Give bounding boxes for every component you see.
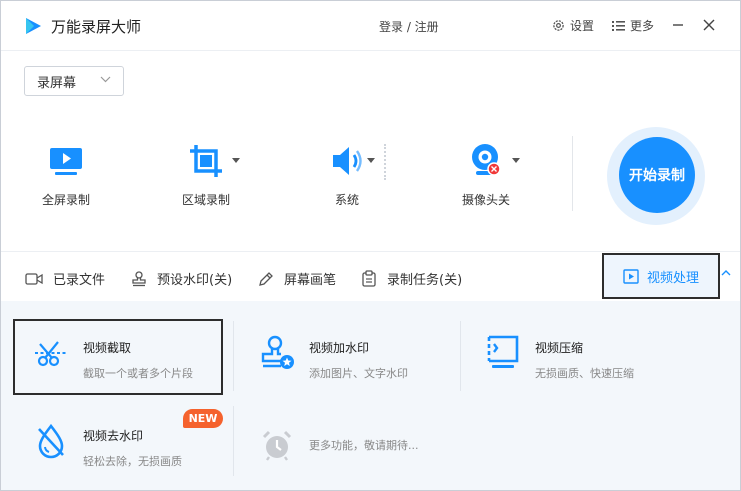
feature-video-compress[interactable]: 视频压缩 无损画质、快速压缩 [485, 335, 634, 381]
settings-button[interactable]: 设置 [552, 17, 594, 34]
feature-add-watermark[interactable]: 视频加水印 添加图片、文字水印 [259, 335, 408, 381]
feature-add-watermark-desc: 添加图片、文字水印 [309, 367, 408, 380]
system-audio-button[interactable]: 系统 [323, 141, 371, 208]
feature-remove-watermark[interactable]: 视频去水印 轻松去除，无损画质 [33, 423, 182, 469]
settings-label: 设置 [570, 19, 595, 33]
panel-divider [233, 406, 234, 476]
selection-highlight [13, 319, 223, 395]
app-title: 万能录屏大师 [51, 18, 142, 36]
region-dropdown-arrow[interactable] [232, 158, 240, 163]
tab-record-tasks-label: 录制任务(关) [387, 273, 463, 288]
title-bar: 万能录屏大师 登录 / 注册 设置 更多 [1, 1, 740, 51]
feature-add-watermark-title: 视频加水印 [309, 341, 370, 355]
audio-dropdown-arrow[interactable] [367, 158, 375, 163]
camera-toggle-button[interactable]: 摄像头关 [459, 141, 513, 208]
tab-video-processing[interactable]: 视频处理 [602, 253, 720, 299]
feature-remove-watermark-desc: 轻松去除，无损画质 [83, 455, 182, 468]
stamp-add-icon [259, 335, 295, 371]
video-camera-icon [25, 272, 43, 285]
tab-video-processing-label: 视频处理 [646, 270, 699, 286]
camera-toggle-label: 摄像头关 [461, 193, 510, 207]
fullscreen-icon [46, 141, 86, 181]
minimize-button[interactable] [669, 16, 687, 34]
crop-icon [186, 141, 226, 181]
stamp-icon [132, 270, 146, 286]
tab-preset-watermark[interactable]: 预设水印(关) [131, 269, 232, 288]
toolbar-divider [572, 136, 573, 211]
no-drop-icon [33, 423, 69, 459]
app-logo-icon [26, 18, 41, 34]
tab-screen-pen-label: 屏幕画笔 [284, 273, 337, 288]
region-record-label: 区域录制 [181, 193, 230, 207]
feature-video-compress-desc: 无损画质、快速压缩 [535, 367, 634, 380]
login-register-link[interactable]: 登录 / 注册 [379, 18, 439, 35]
tab-screen-pen[interactable]: 屏幕画笔 [258, 269, 336, 288]
app-window: 万能录屏大师 登录 / 注册 设置 更多 录屏幕 全屏录制 区域录制 系统 摄像… [0, 0, 741, 491]
audio-level-indicator [384, 144, 386, 180]
feature-coming-soon-desc: 更多功能，敬请期待... [309, 439, 419, 452]
clipboard-icon [362, 270, 376, 287]
fullscreen-record-button[interactable]: 全屏录制 [41, 141, 91, 208]
new-badge: NEW [183, 409, 223, 428]
minimize-icon [673, 24, 683, 26]
webcam-icon [466, 141, 506, 181]
panel-divider [233, 321, 234, 391]
pen-icon [259, 271, 273, 286]
panel-divider [460, 321, 461, 391]
record-mode-value: 录屏幕 [37, 75, 77, 91]
gear-icon [553, 20, 564, 31]
tab-record-tasks[interactable]: 录制任务(关) [361, 269, 462, 288]
video-play-icon [623, 268, 639, 284]
tab-preset-watermark-label: 预设水印(关) [157, 273, 233, 288]
fullscreen-record-label: 全屏录制 [41, 193, 90, 207]
system-audio-label: 系统 [334, 193, 359, 207]
close-button[interactable] [700, 16, 718, 34]
camera-dropdown-arrow[interactable] [512, 158, 520, 163]
more-label: 更多 [630, 19, 655, 33]
feature-remove-watermark-title: 视频去水印 [83, 429, 144, 443]
speaker-icon [327, 141, 367, 181]
feature-coming-soon: 更多功能，敬请期待... [259, 427, 419, 463]
feature-video-compress-title: 视频压缩 [535, 341, 584, 355]
record-mode-select[interactable]: 录屏幕 [24, 66, 124, 96]
chevron-up-icon[interactable] [721, 269, 731, 276]
tab-recorded-files-label: 已录文件 [53, 273, 106, 288]
menu-icon [612, 20, 625, 31]
chevron-down-icon [100, 76, 111, 83]
more-button[interactable]: 更多 [612, 17, 654, 34]
tab-recorded-files[interactable]: 已录文件 [25, 269, 105, 288]
compress-icon [485, 335, 521, 371]
alarm-clock-icon [259, 427, 295, 463]
start-record-button[interactable]: 开始录制 [619, 137, 695, 213]
region-record-button[interactable]: 区域录制 [181, 141, 231, 208]
close-icon [703, 19, 715, 31]
